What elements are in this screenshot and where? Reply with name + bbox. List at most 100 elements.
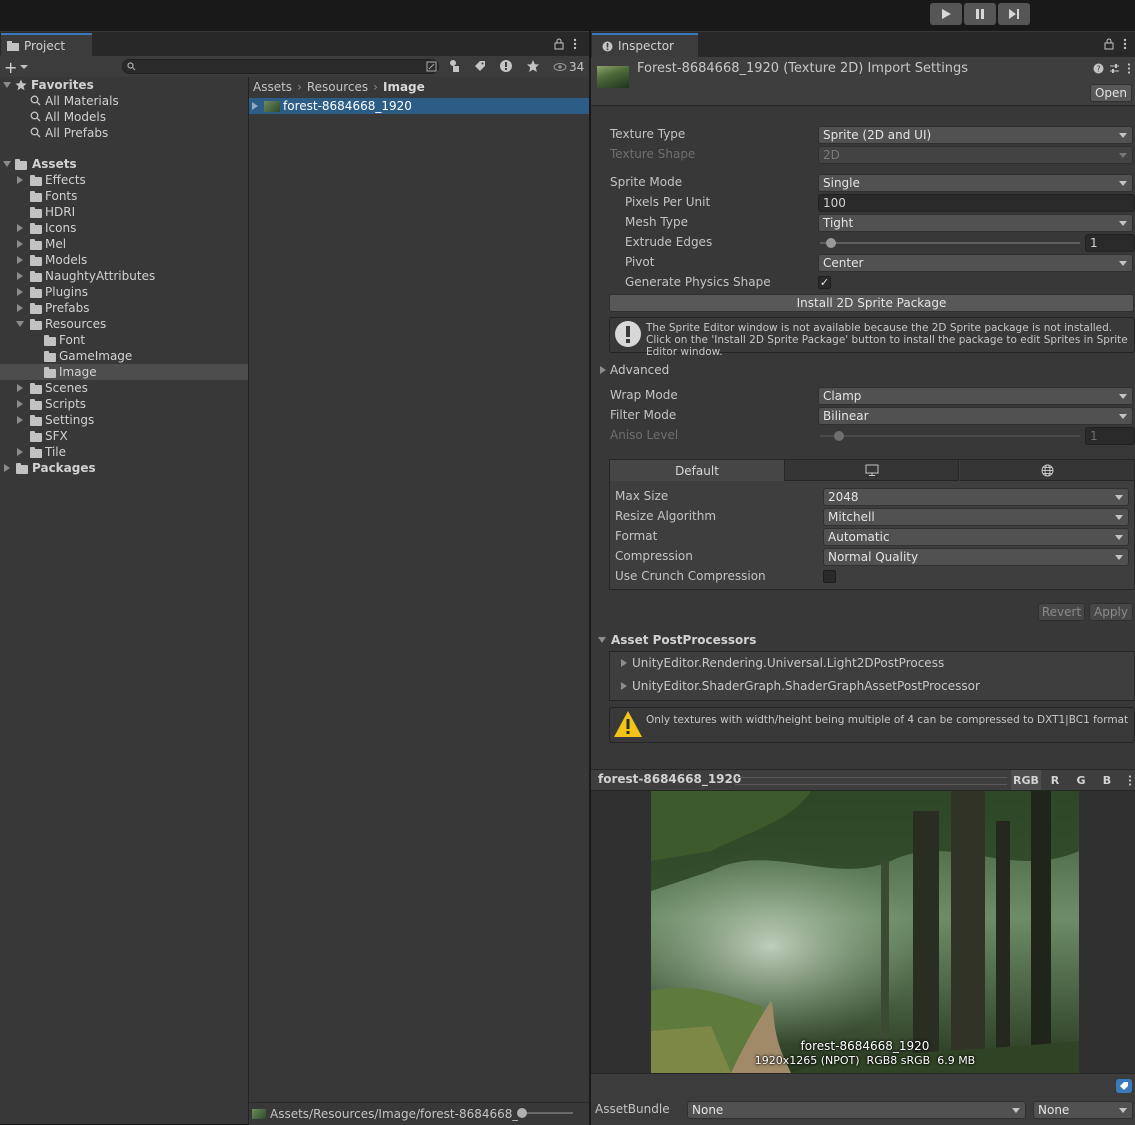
- favorites-header[interactable]: Favorites: [0, 77, 248, 93]
- folder-item[interactable]: Models: [0, 252, 248, 268]
- channel-g-toggle[interactable]: G: [1069, 770, 1093, 790]
- asset-bundle-name-dropdown[interactable]: None: [687, 1101, 1026, 1119]
- folder-item[interactable]: SFX: [0, 428, 248, 444]
- pivot-dropdown[interactable]: Center: [818, 254, 1133, 272]
- extrude-edges-slider[interactable]: [820, 242, 1080, 244]
- mesh-type-dropdown[interactable]: Tight: [818, 214, 1133, 232]
- pivot-value: Center: [823, 256, 864, 270]
- pixels-per-unit-field[interactable]: 100: [818, 194, 1135, 212]
- hidden-packages-toggle[interactable]: 34: [549, 57, 589, 77]
- help-icon[interactable]: ?: [1093, 63, 1104, 74]
- expand-arrow-icon: [621, 659, 627, 667]
- postprocessor-item[interactable]: UnityEditor.ShaderGraph.ShaderGraphAsset…: [618, 677, 1118, 695]
- sprite-mode-dropdown[interactable]: Single: [818, 174, 1133, 192]
- use-crunch-compression-checkbox[interactable]: [823, 570, 836, 583]
- search-input[interactable]: [122, 59, 439, 74]
- search-by-type-icon[interactable]: [426, 61, 437, 72]
- folder-item[interactable]: Icons: [0, 220, 248, 236]
- generate-physics-shape-checkbox[interactable]: ✓: [818, 276, 831, 289]
- asset-label-tag-icon[interactable]: [1116, 1079, 1132, 1093]
- tab-inspector[interactable]: Inspector: [592, 33, 698, 57]
- breadcrumb-item[interactable]: Resources: [307, 80, 368, 94]
- asset-list-item-selected[interactable]: forest-8684668_1920: [249, 98, 589, 114]
- log-types-icon[interactable]: [499, 59, 513, 73]
- lock-icon[interactable]: [1103, 38, 1115, 50]
- kebab-menu-icon[interactable]: [1126, 63, 1132, 74]
- format-dropdown[interactable]: Automatic: [823, 528, 1129, 546]
- breadcrumb-item[interactable]: Image: [383, 80, 425, 94]
- apply-button[interactable]: Apply: [1089, 603, 1133, 621]
- pause-button[interactable]: [964, 3, 996, 25]
- filter-mode-dropdown[interactable]: Bilinear: [818, 407, 1133, 425]
- expand-arrow-icon: [600, 366, 606, 374]
- filter-by-type-icon[interactable]: [448, 59, 462, 73]
- favorite-item-label: All Models: [45, 110, 106, 124]
- folder-item[interactable]: Settings: [0, 412, 248, 428]
- step-button[interactable]: [998, 3, 1030, 25]
- tab-platform-webgl[interactable]: [960, 460, 1134, 481]
- preview-resize-handle[interactable]: [735, 777, 1007, 785]
- advanced-foldout[interactable]: Advanced: [598, 362, 798, 378]
- asset-bundle-variant-dropdown[interactable]: None: [1033, 1101, 1133, 1119]
- folder-item[interactable]: Scenes: [0, 380, 248, 396]
- folder-item[interactable]: NaughtyAttributes: [0, 268, 248, 284]
- folder-item[interactable]: Prefabs: [0, 300, 248, 316]
- revert-button[interactable]: Revert: [1038, 603, 1085, 621]
- folder-item[interactable]: Effects: [0, 172, 248, 188]
- compression-dropdown[interactable]: Normal Quality: [823, 548, 1129, 566]
- icon-size-slider[interactable]: [520, 1112, 573, 1114]
- expand-arrow-icon: [17, 176, 23, 184]
- channel-b-toggle[interactable]: B: [1095, 770, 1119, 790]
- folder-item[interactable]: Fonts: [0, 188, 248, 204]
- folder-item[interactable]: Plugins: [0, 284, 248, 300]
- assets-root[interactable]: Assets: [0, 156, 248, 172]
- extrude-edges-slider-knob[interactable]: [826, 238, 836, 248]
- tab-platform-default[interactable]: Default: [610, 460, 785, 481]
- folder-item[interactable]: Font: [0, 332, 248, 348]
- max-size-dropdown[interactable]: 2048: [823, 488, 1129, 506]
- channel-rgb-toggle[interactable]: RGB: [1011, 770, 1041, 790]
- folder-label: Models: [45, 253, 88, 267]
- folder-item[interactable]: Mel: [0, 236, 248, 252]
- filter-by-label-icon[interactable]: [473, 59, 487, 73]
- folder-item-selected[interactable]: Image: [0, 364, 248, 380]
- folder-item[interactable]: Tile: [0, 444, 248, 460]
- tab-platform-standalone[interactable]: [785, 460, 959, 481]
- warning-icon: [614, 711, 642, 737]
- favorite-star-icon[interactable]: [526, 59, 540, 73]
- breadcrumb-item[interactable]: Assets: [253, 80, 292, 94]
- lock-icon[interactable]: [553, 38, 565, 50]
- wrap-mode-dropdown[interactable]: Clamp: [818, 387, 1133, 405]
- folder-item[interactable]: HDRI: [0, 204, 248, 220]
- expand-arrow-icon: [4, 464, 10, 472]
- kebab-menu-icon[interactable]: [1127, 775, 1133, 786]
- folder-open-icon: [15, 159, 27, 170]
- play-button[interactable]: [930, 3, 962, 25]
- channel-r-toggle[interactable]: R: [1043, 770, 1067, 790]
- icon-size-slider-knob[interactable]: [517, 1108, 527, 1118]
- texture-type-dropdown[interactable]: Sprite (2D and UI): [818, 126, 1133, 144]
- create-button[interactable]: +: [4, 58, 30, 77]
- open-button[interactable]: Open: [1090, 84, 1132, 102]
- resize-algorithm-dropdown[interactable]: Mitchell: [823, 508, 1129, 526]
- asset-postprocessors-foldout[interactable]: Asset PostProcessors: [596, 632, 896, 648]
- kebab-menu-icon[interactable]: [572, 38, 578, 50]
- preset-icon[interactable]: [1109, 63, 1120, 74]
- favorite-item[interactable]: All Prefabs: [0, 125, 248, 141]
- favorite-item[interactable]: All Materials: [0, 93, 248, 109]
- preview-title: forest-8684668_1920: [598, 772, 742, 786]
- folder-item-resources[interactable]: Resources: [0, 316, 248, 332]
- folder-item[interactable]: Scripts: [0, 396, 248, 412]
- postprocessor-item[interactable]: UnityEditor.Rendering.Universal.Light2DP…: [618, 654, 1118, 672]
- folder-item[interactable]: GameImage: [0, 348, 248, 364]
- inspector-title: Forest-8684668_1920 (Texture 2D) Import …: [637, 61, 969, 76]
- max-size-value: 2048: [828, 490, 859, 504]
- kebab-menu-icon[interactable]: [1122, 38, 1128, 50]
- svg-text:?: ?: [1096, 65, 1100, 74]
- install-2d-sprite-package-button[interactable]: Install 2D Sprite Package: [609, 294, 1134, 312]
- favorites-label: Favorites: [31, 78, 94, 92]
- favorite-item[interactable]: All Models: [0, 109, 248, 125]
- tab-project[interactable]: Project: [1, 33, 92, 57]
- extrude-edges-field[interactable]: 1: [1085, 234, 1135, 252]
- packages-root[interactable]: Packages: [0, 460, 248, 476]
